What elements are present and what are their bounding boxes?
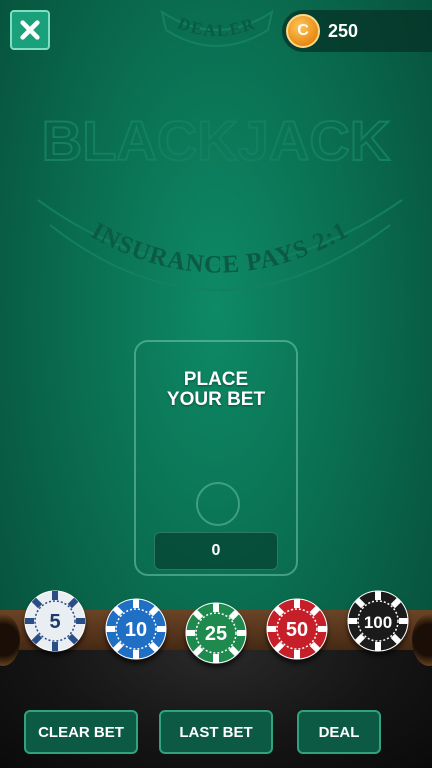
chip-10[interactable]: 10 (105, 598, 167, 660)
chip-50[interactable]: 50 (266, 598, 328, 660)
bet-zone[interactable]: PLACE YOUR BET 0 (134, 340, 298, 576)
dealer-label: DEALER (175, 13, 258, 40)
chip-5[interactable]: 5 (24, 590, 86, 652)
bet-prompt-line1: PLACE (183, 369, 249, 390)
chip-25[interactable]: 25 (185, 602, 247, 664)
chip-graphic: 25 (185, 602, 247, 664)
table-felt-markings: DEALER BLACKJACK INSURANCE PAYS 2:1 (37, 9, 403, 291)
chip-value: 50 (286, 619, 308, 641)
chip-100[interactable]: 100 (347, 590, 409, 652)
bet-prompt-line2: YOUR BET (166, 389, 266, 410)
clear-bet-button[interactable]: CLEAR BET (24, 710, 138, 754)
bet-prompt: PLACE YOUR BET (136, 370, 296, 410)
chip-value: 10 (125, 619, 147, 641)
last-bet-button[interactable]: LAST BET (159, 710, 273, 754)
game-title: BLACKJACK (42, 109, 390, 172)
chip-value: 25 (205, 623, 227, 645)
chip-graphic: 50 (266, 598, 328, 660)
deal-button[interactable]: DEAL (297, 710, 381, 754)
chip-graphic: 5 (24, 590, 86, 652)
chip-graphic: 10 (105, 598, 167, 660)
chip-graphic: 100 (347, 590, 409, 652)
bet-amount: 0 (154, 532, 278, 570)
chip-value: 5 (49, 611, 60, 633)
chip-value: 100 (364, 613, 392, 632)
bet-chip-spot[interactable] (196, 482, 240, 526)
